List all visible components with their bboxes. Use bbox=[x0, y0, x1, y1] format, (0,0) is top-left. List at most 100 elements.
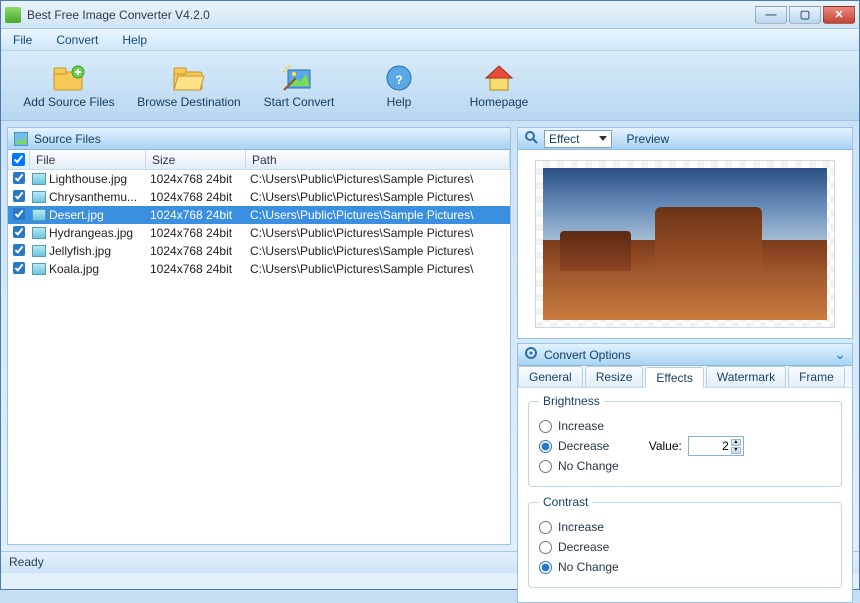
col-file[interactable]: File bbox=[30, 150, 146, 169]
toolbar-label: Browse Destination bbox=[137, 95, 240, 109]
help-icon: ? bbox=[382, 63, 416, 93]
file-path: C:\Users\Public\Pictures\Sample Pictures… bbox=[246, 190, 510, 204]
file-name: Hydrangeas.jpg bbox=[49, 226, 133, 240]
preview-image bbox=[535, 160, 835, 328]
row-checkbox[interactable] bbox=[13, 226, 25, 238]
row-checkbox[interactable] bbox=[13, 262, 25, 274]
contrast-group: Contrast Increase Decrease No Change bbox=[528, 495, 842, 588]
effect-label: Effect bbox=[549, 132, 579, 146]
source-files-panel: Source Files File Size Path Lighthouse.j… bbox=[7, 127, 511, 545]
table-row[interactable]: Desert.jpg 1024x768 24bitC:\Users\Public\… bbox=[8, 206, 510, 224]
brightness-legend: Brightness bbox=[539, 394, 604, 408]
col-size[interactable]: Size bbox=[146, 150, 246, 169]
svg-text:?: ? bbox=[395, 73, 402, 87]
table-row[interactable]: Hydrangeas.jpg1024x768 24bitC:\Users\Pub… bbox=[8, 224, 510, 242]
contrast-nochange-radio[interactable] bbox=[539, 561, 552, 574]
file-icon bbox=[32, 191, 46, 203]
file-size: 1024x768 24bit bbox=[146, 262, 246, 276]
gear-icon bbox=[524, 346, 538, 363]
file-path: C:\Users\Public\Pictures\Sample Pictures… bbox=[246, 208, 510, 222]
brightness-decrease-radio[interactable] bbox=[539, 440, 552, 453]
preview-label: Preview bbox=[626, 132, 669, 146]
window-title: Best Free Image Converter V4.2.0 bbox=[27, 8, 210, 22]
tab-general[interactable]: General bbox=[518, 366, 583, 387]
menu-help[interactable]: Help bbox=[122, 33, 147, 47]
spinner-up-icon[interactable]: ▴ bbox=[731, 439, 741, 446]
file-icon bbox=[32, 173, 46, 185]
brightness-group: Brightness Increase Decrease No Change V… bbox=[528, 394, 842, 487]
panel-title: Convert Options bbox=[544, 348, 631, 362]
file-size: 1024x768 24bit bbox=[146, 244, 246, 258]
table-row[interactable]: Koala.jpg 1024x768 24bitC:\Users\Public\P… bbox=[8, 260, 510, 278]
file-size: 1024x768 24bit bbox=[146, 172, 246, 186]
tab-frame[interactable]: Frame bbox=[788, 366, 845, 387]
toolbar-label: Help bbox=[387, 95, 412, 109]
preview-panel: Effect Preview bbox=[517, 127, 853, 339]
add-source-files-button[interactable]: Add Source Files bbox=[9, 63, 129, 109]
spinner-down-icon[interactable]: ▾ bbox=[731, 447, 741, 454]
file-name: Desert.jpg bbox=[49, 208, 104, 222]
contrast-increase-radio[interactable] bbox=[539, 521, 552, 534]
table-row[interactable]: Jellyfish.jpg 1024x768 24bitC:\Users\Publ… bbox=[8, 242, 510, 260]
toolbar-label: Start Convert bbox=[264, 95, 335, 109]
folder-add-icon bbox=[52, 63, 86, 93]
folder-open-icon bbox=[172, 63, 206, 93]
start-convert-button[interactable]: Start Convert bbox=[249, 63, 349, 109]
file-list[interactable]: Lighthouse.jpg1024x768 24bitC:\Users\Pub… bbox=[8, 170, 510, 278]
file-name: Chrysanthemu... bbox=[49, 190, 137, 204]
preview-image-area bbox=[518, 150, 852, 338]
table-row[interactable]: Chrysanthemu... 1024x768 24bitC:\Users\Pu… bbox=[8, 188, 510, 206]
toolbar: Add Source Files Browse Destination Star… bbox=[1, 51, 859, 121]
row-checkbox[interactable] bbox=[13, 190, 25, 202]
panel-title: Source Files bbox=[34, 132, 101, 146]
tab-effects[interactable]: Effects bbox=[645, 367, 703, 388]
home-icon bbox=[482, 63, 516, 93]
brightness-value: 2 bbox=[722, 439, 729, 453]
file-path: C:\Users\Public\Pictures\Sample Pictures… bbox=[246, 262, 510, 276]
brightness-value-spinner[interactable]: 2 ▴▾ bbox=[688, 436, 744, 456]
convert-options-panel: Convert Options ⌄ General Resize Effects… bbox=[517, 343, 853, 603]
magnifier-icon bbox=[524, 130, 538, 147]
chevron-down-icon bbox=[599, 136, 607, 141]
column-header-row: File Size Path bbox=[8, 150, 510, 170]
file-icon bbox=[32, 227, 46, 239]
row-checkbox[interactable] bbox=[13, 172, 25, 184]
menu-convert[interactable]: Convert bbox=[56, 33, 98, 47]
value-label: Value: bbox=[649, 439, 682, 453]
close-button[interactable]: ✕ bbox=[823, 6, 855, 24]
file-size: 1024x768 24bit bbox=[146, 208, 246, 222]
toolbar-label: Add Source Files bbox=[23, 95, 114, 109]
brightness-nochange-radio[interactable] bbox=[539, 460, 552, 473]
tab-resize[interactable]: Resize bbox=[585, 366, 644, 387]
minimize-button[interactable]: — bbox=[755, 6, 787, 24]
contrast-decrease-radio[interactable] bbox=[539, 541, 552, 554]
tab-watermark[interactable]: Watermark bbox=[706, 366, 786, 387]
file-name: Lighthouse.jpg bbox=[49, 172, 127, 186]
toolbar-label: Homepage bbox=[470, 95, 529, 109]
select-all-checkbox[interactable] bbox=[12, 153, 25, 166]
collapse-icon[interactable]: ⌄ bbox=[834, 346, 846, 363]
browse-destination-button[interactable]: Browse Destination bbox=[129, 63, 249, 109]
file-path: C:\Users\Public\Pictures\Sample Pictures… bbox=[246, 172, 510, 186]
file-icon bbox=[32, 209, 46, 221]
brightness-increase-radio[interactable] bbox=[539, 420, 552, 433]
file-size: 1024x768 24bit bbox=[146, 190, 246, 204]
homepage-button[interactable]: Homepage bbox=[449, 63, 549, 109]
effect-dropdown[interactable]: Effect bbox=[544, 130, 612, 148]
contrast-legend: Contrast bbox=[539, 495, 592, 509]
maximize-button[interactable]: ▢ bbox=[789, 6, 821, 24]
convert-wand-icon bbox=[282, 63, 316, 93]
file-name: Koala.jpg bbox=[49, 262, 99, 276]
row-checkbox[interactable] bbox=[13, 244, 25, 256]
file-icon bbox=[32, 245, 46, 257]
file-name: Jellyfish.jpg bbox=[49, 244, 111, 258]
col-path[interactable]: Path bbox=[246, 150, 510, 169]
row-checkbox[interactable] bbox=[13, 208, 25, 220]
menu-file[interactable]: File bbox=[13, 33, 32, 47]
image-icon bbox=[14, 132, 28, 146]
menu-bar: File Convert Help bbox=[1, 29, 859, 51]
title-bar: Best Free Image Converter V4.2.0 — ▢ ✕ bbox=[1, 1, 859, 29]
table-row[interactable]: Lighthouse.jpg 1024x768 24bitC:\Users\Pub… bbox=[8, 170, 510, 188]
file-path: C:\Users\Public\Pictures\Sample Pictures… bbox=[246, 244, 510, 258]
help-button[interactable]: ? Help bbox=[349, 63, 449, 109]
